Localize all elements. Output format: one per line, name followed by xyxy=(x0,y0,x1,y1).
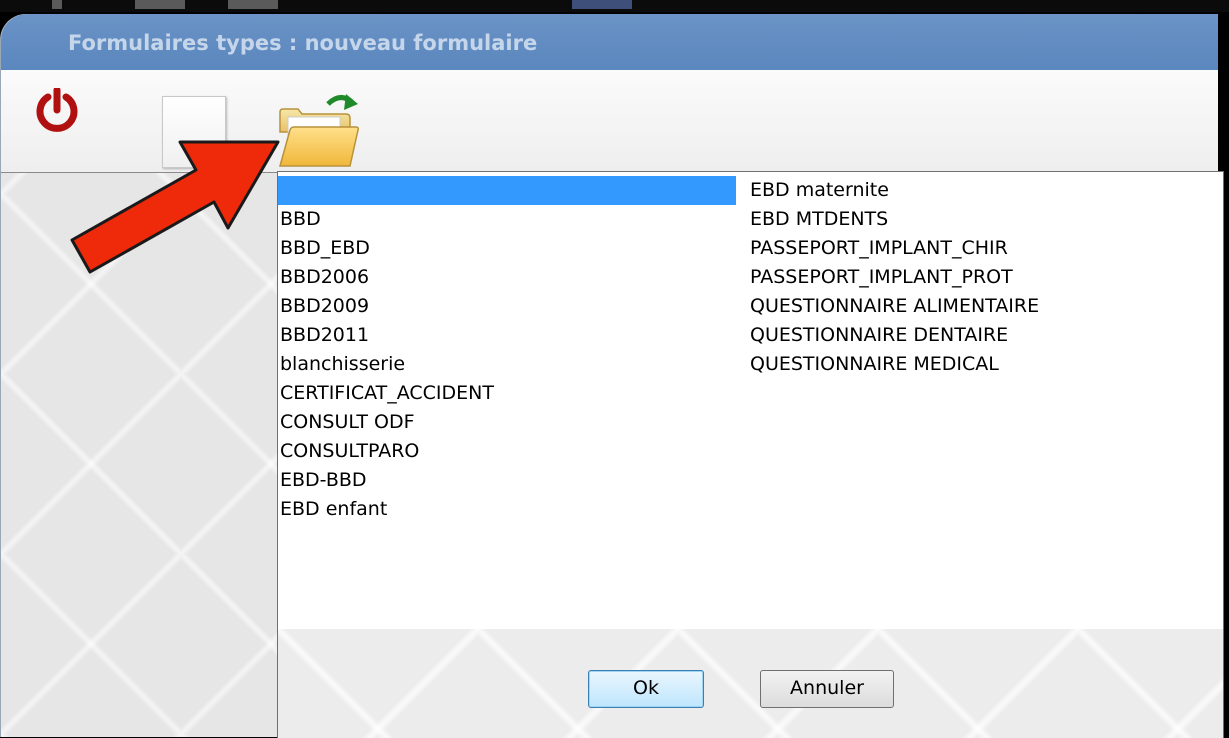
list-item[interactable]: EBD enfant xyxy=(278,495,736,524)
list-column-right: EBD maternite EBD MTDENTS PASSEPORT_IMPL… xyxy=(748,176,1218,379)
title-bar: Formulaires types : nouveau formulaire xyxy=(1,14,1218,70)
ok-button[interactable]: Ok xyxy=(588,670,704,708)
strip-fragment xyxy=(135,0,185,9)
list-item[interactable]: BBD xyxy=(278,205,736,234)
list-item[interactable]: BBD_EBD xyxy=(278,234,736,263)
cancel-button[interactable]: Annuler xyxy=(760,670,894,708)
window-title: Formulaires types : nouveau formulaire xyxy=(68,31,538,55)
form-selection-list: BBD BBD_EBD BBD2006 BBD2009 BBD2011 blan… xyxy=(277,171,1224,738)
list-item[interactable]: BBD2011 xyxy=(278,321,736,350)
list-item[interactable]: CONSULT ODF xyxy=(278,408,736,437)
list-item[interactable]: PASSEPORT_IMPLANT_CHIR xyxy=(748,234,1218,263)
list-item[interactable]: EBD-BBD xyxy=(278,466,736,495)
red-annotation-arrow-icon xyxy=(70,140,280,274)
list-item[interactable]: EBD maternite xyxy=(748,176,1218,205)
list-item[interactable]: EBD MTDENTS xyxy=(748,205,1218,234)
list-footer-area xyxy=(278,629,1223,738)
list-item[interactable]: QUESTIONNAIRE DENTAIRE xyxy=(748,321,1218,350)
background-window-strip xyxy=(0,0,1229,12)
power-icon[interactable] xyxy=(34,88,80,134)
list-item[interactable]: PASSEPORT_IMPLANT_PROT xyxy=(748,263,1218,292)
strip-fragment xyxy=(228,0,278,9)
list-item[interactable]: CERTIFICAT_ACCIDENT xyxy=(278,379,736,408)
list-item[interactable]: QUESTIONNAIRE ALIMENTAIRE xyxy=(748,292,1218,321)
list-item[interactable]: BBD2006 xyxy=(278,263,736,292)
strip-fragment xyxy=(52,0,62,9)
list-column-left: BBD BBD_EBD BBD2006 BBD2009 BBD2011 blan… xyxy=(278,176,736,524)
strip-fragment xyxy=(572,0,632,9)
list-item[interactable] xyxy=(278,176,736,205)
list-item[interactable]: BBD2009 xyxy=(278,292,736,321)
list-item[interactable]: QUESTIONNAIRE MEDICAL xyxy=(748,350,1218,379)
list-item[interactable]: blanchisserie xyxy=(278,350,736,379)
list-item[interactable]: CONSULTPARO xyxy=(278,437,736,466)
